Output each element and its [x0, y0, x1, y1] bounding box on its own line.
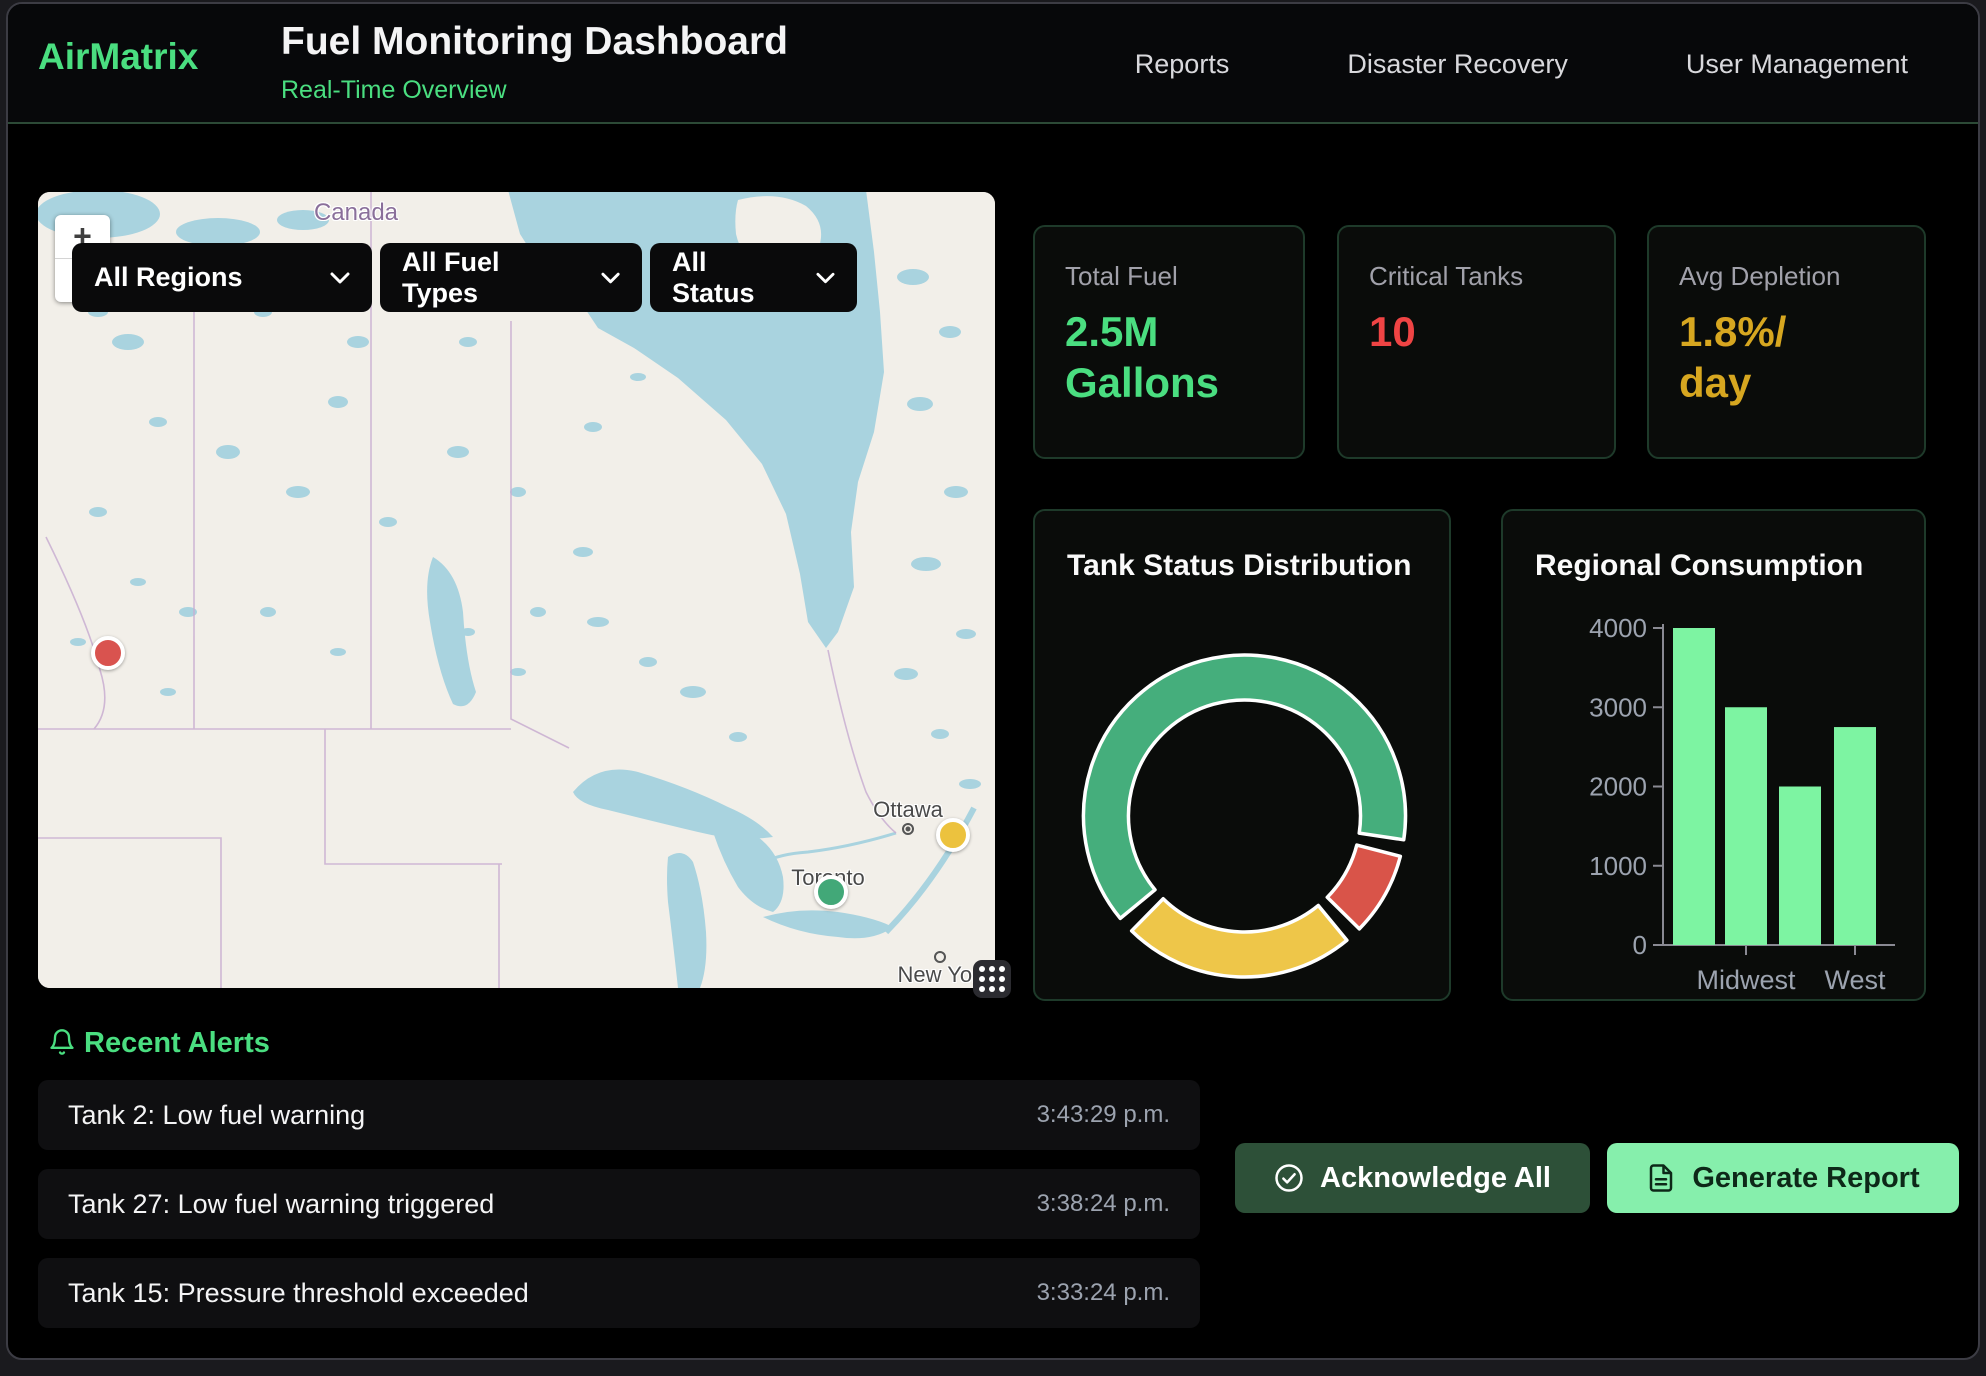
donut-segment-critical: [1327, 845, 1400, 929]
nav-disaster-recovery[interactable]: Disaster Recovery: [1347, 49, 1568, 80]
chevron-down-icon: [601, 272, 620, 284]
y-tick-label: 3000: [1589, 692, 1647, 722]
alert-message: Tank 27: Low fuel warning triggered: [68, 1189, 494, 1220]
nav-reports[interactable]: Reports: [1135, 49, 1230, 80]
generate-report-label: Generate Report: [1692, 1162, 1919, 1195]
donut-segment-warning: [1132, 899, 1347, 977]
app-header: AirMatrix Fuel Monitoring Dashboard Real…: [8, 4, 1978, 124]
map-resize-handle[interactable]: [973, 960, 1011, 998]
y-tick-label: 1000: [1589, 851, 1647, 881]
main-nav: Reports Disaster Recovery User Managemen…: [1135, 4, 1948, 124]
filter-fuel-types-dropdown[interactable]: All Fuel Types: [380, 243, 642, 312]
x-tick-label: West: [1824, 965, 1886, 995]
chevron-down-icon: [330, 272, 350, 284]
check-circle-icon: [1274, 1163, 1304, 1193]
stat-value: 1.8%/day: [1679, 306, 1809, 408]
stat-label: Total Fuel: [1065, 261, 1273, 292]
tank-marker-normal[interactable]: [814, 875, 848, 909]
map-filters: All Regions All Fuel Types All Status: [72, 243, 857, 312]
filter-fuel-types-value: All Fuel Types: [402, 247, 575, 309]
acknowledge-all-label: Acknowledge All: [1320, 1162, 1551, 1195]
filter-status-dropdown[interactable]: All Status: [650, 243, 857, 312]
alerts-section-title: Recent Alerts: [84, 1027, 270, 1060]
page-subtitle: Real-Time Overview: [281, 76, 507, 105]
stat-card-avg-depletion: Avg Depletion 1.8%/day: [1647, 225, 1926, 459]
stat-card-critical-tanks: Critical Tanks 10: [1337, 225, 1616, 459]
tank-map[interactable]: Canada Ottawa Toronto New York + − All R…: [38, 192, 995, 988]
alert-message: Tank 2: Low fuel warning: [68, 1100, 365, 1131]
brand-logo: AirMatrix: [38, 36, 198, 78]
alert-timestamp: 3:43:29 p.m.: [1037, 1101, 1170, 1129]
filter-status-value: All Status: [672, 247, 790, 309]
alert-row[interactable]: Tank 27: Low fuel warning triggered 3:38…: [38, 1169, 1200, 1239]
map-label-country: Canada: [314, 199, 398, 227]
chevron-down-icon: [816, 272, 835, 284]
alert-message: Tank 15: Pressure threshold exceeded: [68, 1278, 529, 1309]
alert-timestamp: 3:33:24 p.m.: [1037, 1279, 1170, 1307]
stat-label: Critical Tanks: [1369, 261, 1584, 292]
nav-user-management[interactable]: User Management: [1686, 49, 1908, 80]
page-title: Fuel Monitoring Dashboard: [281, 20, 788, 64]
acknowledge-all-button[interactable]: Acknowledge All: [1235, 1143, 1590, 1213]
map-label-ottawa: Ottawa: [873, 797, 943, 823]
regional-consumption-bar-chart[interactable]: 0 1000 2000 3000 4000 Midwest West: [1503, 511, 1928, 1003]
stat-value: 10: [1369, 306, 1584, 357]
bar-3: [1834, 727, 1876, 945]
bar-2: [1779, 787, 1821, 946]
y-tick-label: 0: [1633, 930, 1647, 960]
tank-status-chart-card: Tank Status Distribution: [1033, 509, 1451, 1001]
bell-icon: [48, 1026, 76, 1058]
alert-row[interactable]: Tank 2: Low fuel warning 3:43:29 p.m.: [38, 1080, 1200, 1150]
bar-0: [1673, 628, 1715, 945]
regional-consumption-chart-card: Regional Consumption 01000200030004000Mi…: [1501, 509, 1926, 1001]
tank-marker-critical[interactable]: [91, 636, 125, 670]
x-tick-label: Midwest: [1696, 965, 1796, 995]
tank-marker-warning[interactable]: [936, 818, 970, 852]
dashboard-root: AirMatrix Fuel Monitoring Dashboard Real…: [0, 0, 1986, 1376]
filter-regions-value: All Regions: [94, 262, 243, 293]
generate-report-button[interactable]: Generate Report: [1607, 1143, 1959, 1213]
y-tick-label: 2000: [1589, 772, 1647, 802]
filter-regions-dropdown[interactable]: All Regions: [72, 243, 372, 312]
y-tick-label: 4000: [1589, 613, 1647, 643]
stat-label: Avg Depletion: [1679, 261, 1894, 292]
alert-row[interactable]: Tank 15: Pressure threshold exceeded 3:3…: [38, 1258, 1200, 1328]
tank-status-donut-chart[interactable]: [1035, 511, 1453, 1003]
alert-timestamp: 3:38:24 p.m.: [1037, 1190, 1170, 1218]
stat-card-total-fuel: Total Fuel 2.5M Gallons: [1033, 225, 1305, 459]
stat-value: 2.5M Gallons: [1065, 306, 1280, 408]
file-text-icon: [1646, 1163, 1676, 1193]
bar-1: [1725, 707, 1767, 945]
